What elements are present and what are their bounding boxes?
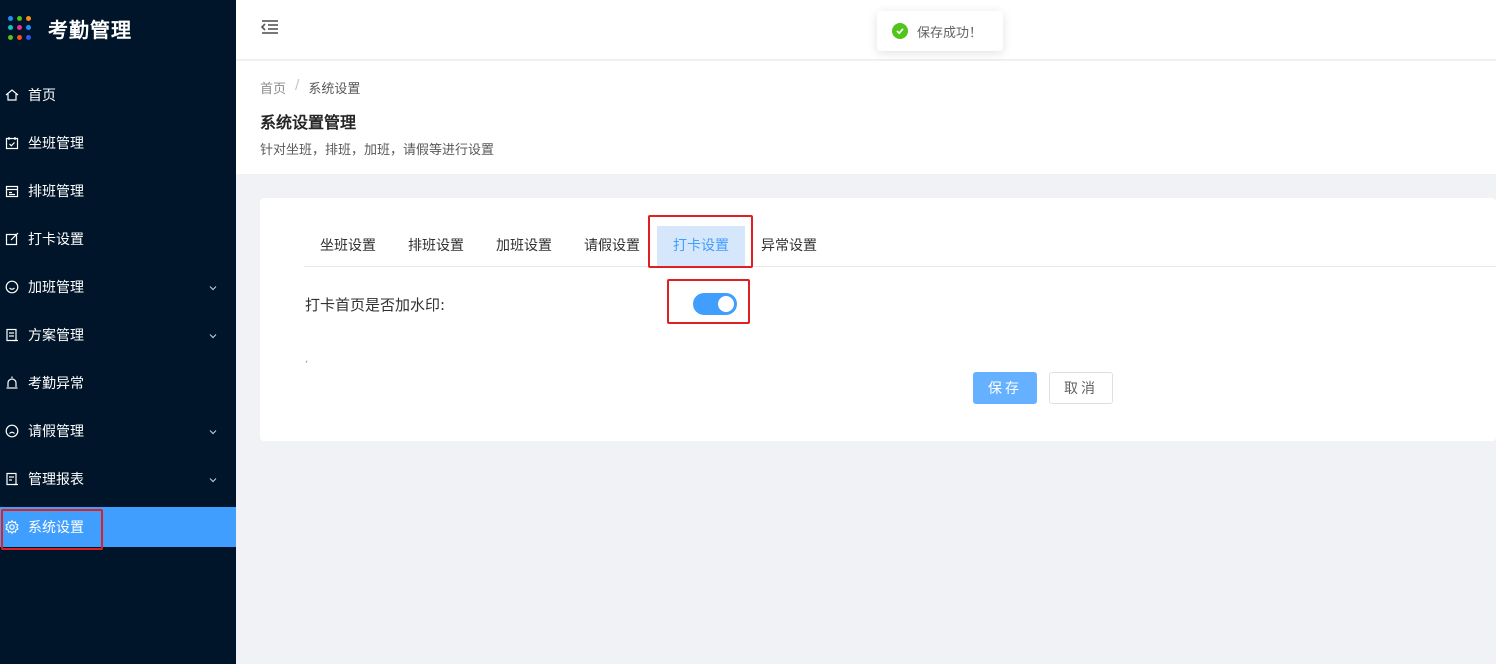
save-button[interactable]: 保存	[973, 372, 1037, 404]
highlight-box-tab	[648, 215, 753, 268]
top-header	[236, 0, 1496, 60]
logo-dot	[26, 34, 31, 40]
sidebar-item-label: 排班管理	[28, 184, 84, 200]
logo-dot	[17, 34, 22, 40]
page-header: 首页 / 系统设置 系统设置管理 针对坐班，排班，加班，请假等进行设置	[236, 61, 1496, 174]
menu-fold-icon[interactable]	[260, 18, 280, 40]
tab-item[interactable]: 请假设置	[579, 226, 645, 266]
sidebar-item-label: 打卡设置	[28, 232, 84, 248]
chevron-down-icon[interactable]	[208, 425, 218, 441]
tab-item[interactable]: 异常设置	[756, 226, 822, 266]
app-grid-icon	[8, 16, 32, 40]
calendar-check-icon	[4, 135, 20, 151]
page-title: 系统设置管理	[260, 113, 357, 132]
sidebar-item-label: 首页	[28, 88, 56, 104]
sidebar-item[interactable]: 管理报表	[0, 459, 236, 499]
sidebar-item[interactable]: 打卡设置	[0, 219, 236, 259]
report-icon	[4, 471, 20, 487]
sidebar-item[interactable]: 坐班管理	[0, 123, 236, 163]
breadcrumb-home[interactable]: 首页	[260, 78, 286, 97]
chevron-down-icon[interactable]	[208, 473, 218, 489]
sidebar-menu: 首页 坐班管理 排班管理 打卡设置 加班管理 方案管理 考勤异常 请假管理 管理报表 系统设置	[0, 75, 236, 555]
logo-dot	[17, 25, 22, 31]
schedule-icon	[4, 183, 20, 199]
highlight-box-switch	[667, 279, 750, 324]
sidebar-item-label: 方案管理	[28, 328, 84, 344]
app-title: 考勤管理	[48, 17, 132, 42]
sidebar-item-label: 考勤异常	[28, 376, 84, 392]
stray-mark: ,	[305, 354, 309, 365]
home-icon	[4, 87, 20, 103]
app-logo[interactable]: 考勤管理	[8, 12, 132, 44]
edit-icon	[4, 231, 20, 247]
sidebar-item[interactable]: 加班管理	[0, 267, 236, 307]
highlight-box-menu	[1, 509, 103, 550]
logo-dot	[8, 34, 13, 40]
sidebar-item-label: 加班管理	[28, 280, 84, 296]
sidebar-item[interactable]: 考勤异常	[0, 363, 236, 403]
alarm-icon	[4, 375, 20, 391]
logo-dot	[26, 16, 31, 21]
breadcrumb-current: 系统设置	[308, 82, 361, 97]
sidebar-item[interactable]: 排班管理	[0, 171, 236, 211]
logo-dot	[8, 25, 13, 31]
cancel-button[interactable]: 取消	[1049, 372, 1113, 404]
tab-item[interactable]: 坐班设置	[315, 226, 381, 266]
smile-icon	[4, 279, 20, 295]
logo-dot	[8, 16, 13, 21]
chevron-down-icon[interactable]	[208, 281, 218, 297]
settings-card: 坐班设置 排班设置 加班设置 请假设置 打卡设置 异常设置	[260, 198, 1496, 441]
breadcrumb: 首页 / 系统设置	[260, 78, 360, 97]
success-check-icon	[892, 23, 908, 39]
logo-dot	[26, 25, 31, 31]
sidebar-item[interactable]: 请假管理	[0, 411, 236, 451]
tab-item[interactable]: 排班设置	[403, 226, 469, 266]
sidebar-item-label: 管理报表	[28, 472, 84, 488]
chevron-down-icon[interactable]	[208, 329, 218, 345]
sidebar-item-label: 坐班管理	[28, 136, 84, 152]
breadcrumb-separator: /	[295, 78, 300, 93]
frown-icon	[4, 423, 20, 439]
watermark-label: 打卡首页是否加水印:	[305, 296, 446, 314]
sidebar-item-label: 请假管理	[28, 424, 84, 440]
page-description: 针对坐班，排班，加班，请假等进行设置	[260, 143, 495, 158]
toast-message: 保存成功！	[917, 25, 983, 41]
document-icon	[4, 327, 20, 343]
success-toast: 保存成功！	[877, 11, 1003, 51]
settings-tabs: 坐班设置 排班设置 加班设置 请假设置 打卡设置 异常设置	[304, 226, 1496, 267]
sidebar: 考勤管理 首页 坐班管理 排班管理 打卡设置 加班管理 方案管理 考勤异常 请假管理 管理报表系…	[0, 0, 236, 664]
tab-item[interactable]: 加班设置	[491, 226, 557, 266]
sidebar-item[interactable]: 首页	[0, 75, 236, 115]
sidebar-item[interactable]: 方案管理	[0, 315, 236, 355]
logo-dot	[17, 16, 22, 21]
